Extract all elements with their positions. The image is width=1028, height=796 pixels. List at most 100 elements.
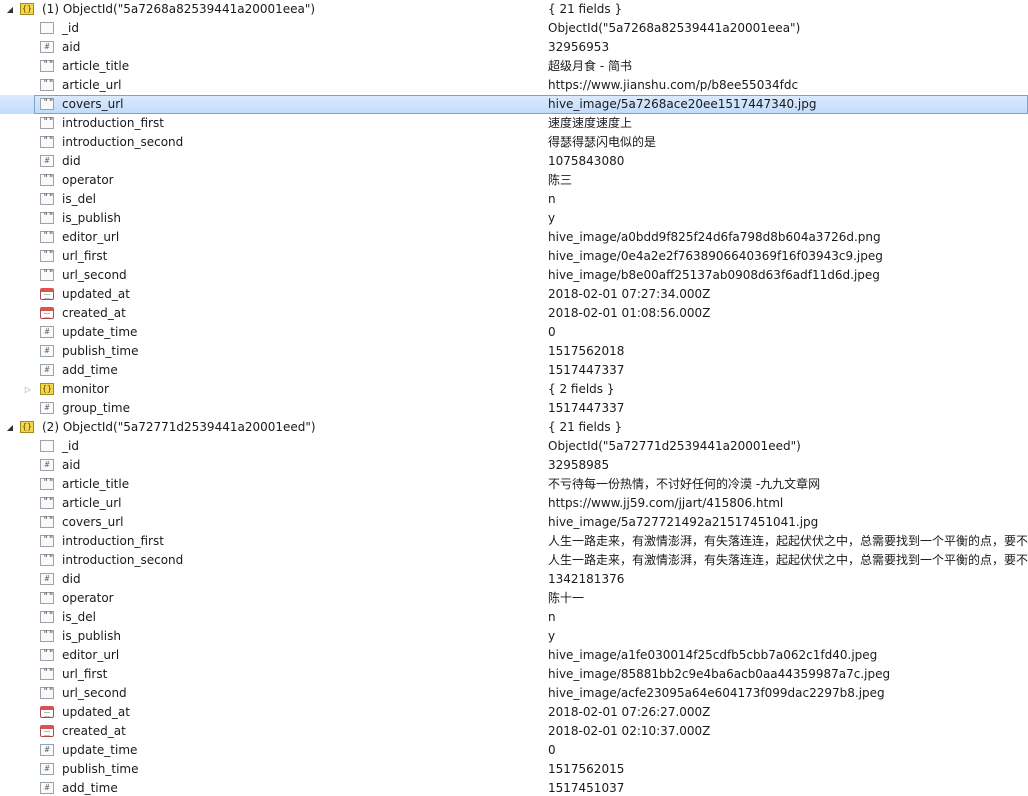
field-row-operator[interactable]: "" operator 陈十一: [0, 589, 1028, 608]
field-key: did: [62, 572, 81, 586]
field-value: n: [548, 192, 556, 206]
field-key: _id: [62, 439, 79, 453]
field-row-operator[interactable]: "" operator 陈三: [0, 171, 1028, 190]
field-row-publish-time[interactable]: # publish_time 1517562018: [0, 342, 1028, 361]
field-row-editor-url[interactable]: "" editor_url hive_image/a0bdd9f825f24d6fa…: [0, 228, 1028, 247]
document-row[interactable]: ◢ {} (2) ObjectId("5a72771d2539441a20001ee…: [0, 418, 1028, 437]
field-key: introduction_second: [62, 135, 184, 149]
document-id: (2) ObjectId("5a72771d2539441a20001eed"): [42, 420, 316, 434]
field-row-url-second[interactable]: "" url_second hive_image/acfe23095a64e6041…: [0, 684, 1028, 703]
field-value: ObjectId("5a7268a82539441a20001eea"): [548, 21, 801, 35]
field-row-updated-at[interactable]: updated_at 2018-02-01 07:27:34.000Z: [0, 285, 1028, 304]
field-row--id[interactable]: _id ObjectId("5a72771d2539441a20001eed"): [0, 437, 1028, 456]
field-row-created-at[interactable]: created_at 2018-02-01 02:10:37.000Z: [0, 722, 1028, 741]
number-icon: #: [40, 345, 54, 357]
date-icon: [40, 288, 54, 300]
date-icon: [40, 725, 54, 737]
field-key: editor_url: [62, 230, 120, 244]
string-icon: "": [40, 212, 54, 224]
field-value: 陈三: [548, 173, 573, 187]
field-key: is_del: [62, 192, 96, 206]
string-icon: "": [40, 174, 54, 186]
field-value: 1075843080: [548, 154, 625, 168]
document-tree-view[interactable]: ◢ {} (1) ObjectId("5a7268a82539441a20001ee…: [0, 0, 1028, 796]
field-row-introduction-second[interactable]: "" introduction_second 人生一路走来，有激情澎湃，有失落连连，…: [0, 551, 1028, 570]
field-row-introduction-first[interactable]: "" introduction_first 速度速度速度上: [0, 114, 1028, 133]
field-row-aid[interactable]: # aid 32958985: [0, 456, 1028, 475]
field-row-article-title[interactable]: "" article_title 超级月食 - 简书: [0, 57, 1028, 76]
string-icon: "": [40, 516, 54, 528]
number-icon: #: [40, 326, 54, 338]
document-id: (1) ObjectId("5a7268a82539441a20001eea"): [42, 2, 316, 16]
field-value: https://www.jianshu.com/p/b8ee55034fdc: [548, 78, 799, 92]
document-row[interactable]: ◢ {} (1) ObjectId("5a7268a82539441a20001ee…: [0, 0, 1028, 19]
field-value: 0: [548, 325, 556, 339]
field-row-updated-at[interactable]: updated_at 2018-02-01 07:26:27.000Z: [0, 703, 1028, 722]
field-row-introduction-first[interactable]: "" introduction_first 人生一路走来，有激情澎湃，有失落连连，起…: [0, 532, 1028, 551]
document-field-count: { 21 fields }: [548, 420, 623, 434]
field-row-editor-url[interactable]: "" editor_url hive_image/a1fe030014f25cdfb…: [0, 646, 1028, 665]
collapse-toggle-icon[interactable]: ◢: [4, 0, 16, 19]
field-row-is-publish[interactable]: "" is_publish y: [0, 627, 1028, 646]
string-icon: "": [40, 649, 54, 661]
field-row-did[interactable]: # did 1075843080: [0, 152, 1028, 171]
field-row-is-del[interactable]: "" is_del n: [0, 190, 1028, 209]
number-icon: #: [40, 364, 54, 376]
string-icon: "": [40, 592, 54, 604]
field-key: operator: [62, 591, 114, 605]
field-key: is_publish: [62, 629, 121, 643]
number-icon: #: [40, 763, 54, 775]
field-row-is-publish[interactable]: "" is_publish y: [0, 209, 1028, 228]
field-row--id[interactable]: _id ObjectId("5a7268a82539441a20001eea"): [0, 19, 1028, 38]
field-value: hive_image/85881bb2c9e4ba6acb0aa44359987…: [548, 667, 891, 681]
field-row-introduction-second[interactable]: "" introduction_second 得瑟得瑟闪电似的是: [0, 133, 1028, 152]
field-key: article_url: [62, 496, 122, 510]
field-row-article-url[interactable]: "" article_url https://www.jianshu.com/p/b…: [0, 76, 1028, 95]
expand-toggle-icon[interactable]: ▷: [22, 380, 34, 399]
field-value: 人生一路走来，有激情澎湃，有失落连连，起起伏伏之中，总需要找到一个平衡的点，要不: [548, 553, 1028, 567]
field-row-article-title[interactable]: "" article_title 不亏待每一份热情，不讨好任何的冷漠 -九九文章网: [0, 475, 1028, 494]
field-value: hive_image/acfe23095a64e604173f099dac229…: [548, 686, 885, 700]
tree-rows: ◢ {} (1) ObjectId("5a7268a82539441a20001ee…: [0, 0, 1028, 796]
field-row-url-first[interactable]: "" url_first hive_image/0e4a2e2f7638906640…: [0, 247, 1028, 266]
field-row-aid[interactable]: # aid 32956953: [0, 38, 1028, 57]
field-row-url-second[interactable]: "" url_second hive_image/b8e00aff25137ab09…: [0, 266, 1028, 285]
field-key: introduction_second: [62, 553, 184, 567]
number-icon: #: [40, 155, 54, 167]
field-row-article-url[interactable]: "" article_url https://www.jj59.com/jjart/…: [0, 494, 1028, 513]
field-row-add-time[interactable]: # add_time 1517451037: [0, 779, 1028, 796]
field-row-update-time[interactable]: # update_time 0: [0, 741, 1028, 760]
field-key: operator: [62, 173, 114, 187]
field-key: created_at: [62, 306, 126, 320]
field-row-monitor[interactable]: ▷ {} monitor { 2 fields }: [0, 380, 1028, 399]
field-row-group-time[interactable]: # group_time 1517447337: [0, 399, 1028, 418]
field-row-publish-time[interactable]: # publish_time 1517562015: [0, 760, 1028, 779]
string-icon: "": [40, 60, 54, 72]
number-icon: #: [40, 41, 54, 53]
field-value: 速度速度速度上: [548, 116, 633, 130]
string-icon: "": [40, 478, 54, 490]
string-icon: "": [40, 668, 54, 680]
field-row-created-at[interactable]: created_at 2018-02-01 01:08:56.000Z: [0, 304, 1028, 323]
number-icon: #: [40, 402, 54, 414]
field-value: hive_image/a0bdd9f825f24d6fa798d8b604a37…: [548, 230, 881, 244]
field-key: url_first: [62, 667, 108, 681]
field-value: hive_image/5a7268ace20ee1517447340.jpg: [548, 97, 817, 111]
field-key: updated_at: [62, 705, 130, 719]
field-row-covers-url[interactable]: "" covers_url hive_image/5a7268ace20ee1517…: [0, 95, 1028, 114]
field-row-update-time[interactable]: # update_time 0: [0, 323, 1028, 342]
date-icon: [40, 706, 54, 718]
field-row-is-del[interactable]: "" is_del n: [0, 608, 1028, 627]
number-icon: #: [40, 459, 54, 471]
field-row-add-time[interactable]: # add_time 1517447337: [0, 361, 1028, 380]
field-value: 1517562018: [548, 344, 625, 358]
string-icon: "": [40, 117, 54, 129]
field-row-covers-url[interactable]: "" covers_url hive_image/5a727721492a21517…: [0, 513, 1028, 532]
string-icon: "": [40, 250, 54, 262]
field-key: publish_time: [62, 344, 139, 358]
field-key: update_time: [62, 325, 138, 339]
field-row-did[interactable]: # did 1342181376: [0, 570, 1028, 589]
field-row-url-first[interactable]: "" url_first hive_image/85881bb2c9e4ba6acb…: [0, 665, 1028, 684]
field-key: introduction_first: [62, 534, 164, 548]
collapse-toggle-icon[interactable]: ◢: [4, 418, 16, 437]
